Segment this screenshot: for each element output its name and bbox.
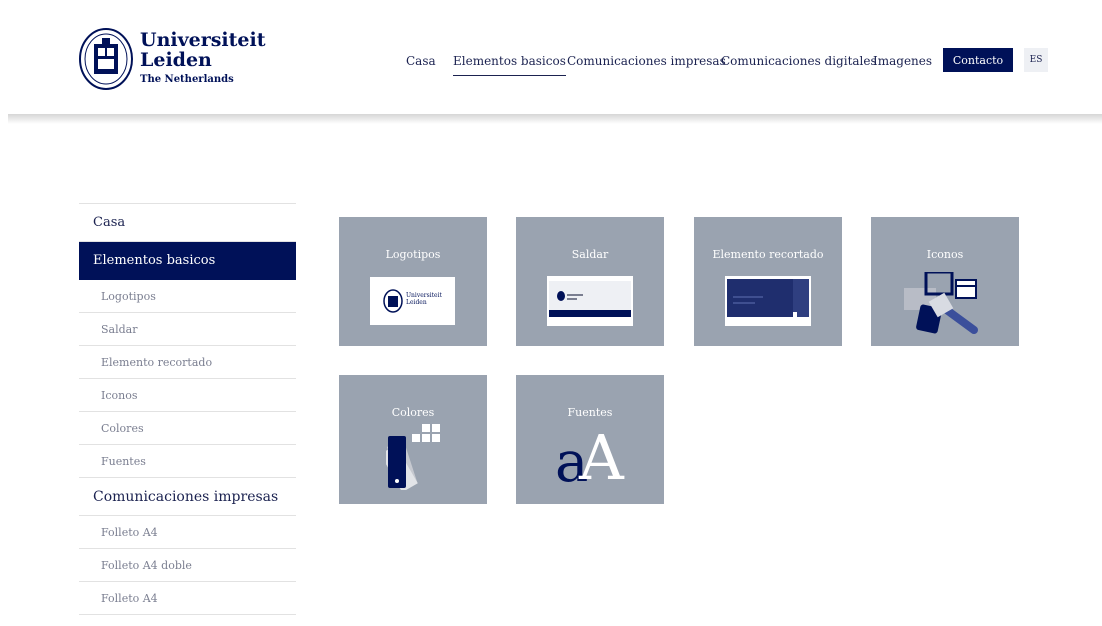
tile-saldar[interactable]: Saldar [516,217,664,346]
nav-casa[interactable]: Casa [406,54,436,68]
seal-icon [383,289,403,313]
contact-button[interactable]: Contacto [943,48,1013,72]
nav-elementos-basicos[interactable]: Elementos basicos [453,54,566,76]
sidebar-item-folleto-a4-2[interactable]: Folleto A4 [79,582,296,615]
sidebar-item-colores[interactable]: Colores [79,412,296,445]
language-button[interactable]: ES [1024,48,1048,72]
saldar-thumbnail [547,276,633,326]
thumb-logo-line2: Leiden [406,299,427,306]
sidebar-item-elementos-basicos[interactable]: Elementos basicos [79,242,296,280]
sidebar-item-folleto-a4-doble[interactable]: Folleto A4 doble [79,549,296,582]
thumb-logo-line1: Universiteit [406,292,442,299]
font-sample-big: A [579,421,624,494]
sidebar-item-logotipos[interactable]: Logotipos [79,280,296,313]
cropped-element-icon [727,279,809,317]
letterhead-icon [549,281,631,317]
sidebar-nav: Casa Elementos basicos Logotipos Saldar … [79,203,296,615]
header-shadow [8,114,1102,124]
main-nav: Casa Elementos basicos Comunicaciones im… [0,46,1102,76]
tile-fuentes[interactable]: Fuentes a A [516,375,664,504]
tile-colores[interactable]: Colores [339,375,487,504]
nav-comunicaciones-digitales[interactable]: Comunicaciones digitales [721,54,877,68]
logo-thumbnail: Universiteit Leiden [370,277,455,325]
sidebar-item-casa[interactable]: Casa [79,204,296,242]
tile-label: Saldar [571,248,609,261]
sidebar-item-saldar[interactable]: Saldar [79,313,296,346]
tile-logotipos[interactable]: Logotipos Universiteit Leiden [339,217,487,346]
tile-label: Fuentes [567,406,613,419]
sidebar-item-comunicaciones-impresas[interactable]: Comunicaciones impresas [79,478,296,516]
tile-label: Colores [391,406,435,419]
sidebar-item-folleto-a4[interactable]: Folleto A4 [79,516,296,549]
sidebar-item-iconos[interactable]: Iconos [79,379,296,412]
recortado-thumbnail [725,276,811,326]
tile-label: Elemento recortado [712,248,824,261]
color-swatch-icon [386,424,440,490]
sidebar-item-elemento-recortado[interactable]: Elemento recortado [79,346,296,379]
nav-imagenes[interactable]: Imagenes [873,54,932,68]
icon-collage-icon [904,272,978,334]
site-header: Universiteit Leiden The Netherlands Casa… [0,0,1102,114]
tile-elemento-recortado[interactable]: Elemento recortado [694,217,842,346]
tile-iconos[interactable]: Iconos [871,217,1019,346]
nav-comunicaciones-impresas[interactable]: Comunicaciones impresas [567,54,726,68]
sidebar-item-fuentes[interactable]: Fuentes [79,445,296,478]
tile-label: Iconos [926,248,964,261]
tile-label: Logotipos [385,248,441,261]
